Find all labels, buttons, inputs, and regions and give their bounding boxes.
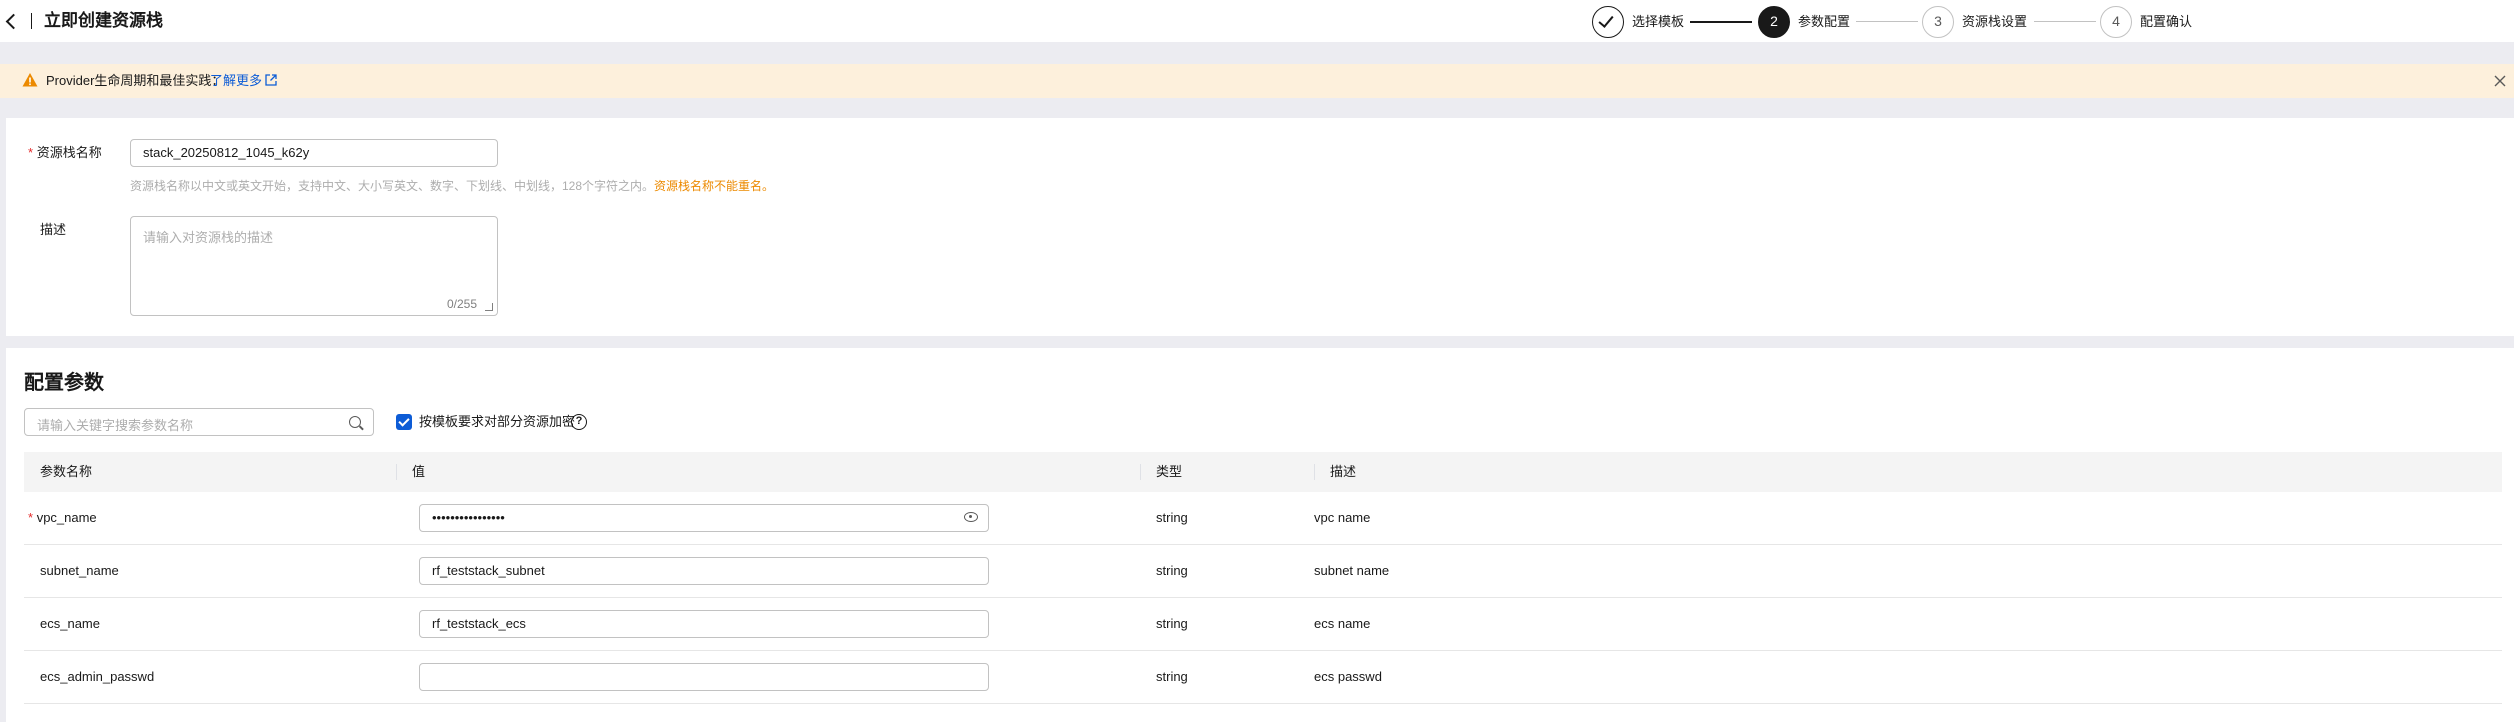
title-divider bbox=[31, 13, 32, 29]
basic-info-card: * 资源栈名称 stack_20250812_1045_k62y 资源栈名称以中… bbox=[6, 118, 2514, 336]
stack-name-warning: 资源栈名称不能重名。 bbox=[654, 179, 775, 193]
table-row: ecs_admin_passwd string ecs passwd bbox=[24, 651, 2502, 704]
step-3-label: 资源栈设置 bbox=[1962, 14, 2028, 29]
col-value: 值 bbox=[412, 464, 426, 479]
param-type: string bbox=[1156, 616, 1188, 631]
column-divider bbox=[396, 464, 397, 480]
page-title: 立即创建资源栈 bbox=[44, 11, 163, 30]
param-type: string bbox=[1156, 510, 1188, 525]
stack-name-input[interactable]: stack_20250812_1045_k62y bbox=[130, 139, 498, 167]
param-value-input[interactable]: rf_teststack_subnet bbox=[419, 557, 989, 585]
step-3-connector bbox=[2034, 21, 2096, 22]
stack-name-hint: 资源栈名称以中文或英文开始，支持中文、大小写英文、数字、下划线、中划线，128个… bbox=[130, 178, 774, 194]
stack-name-label-text: 资源栈名称 bbox=[36, 145, 102, 160]
step-4-circle: 4 bbox=[2100, 6, 2132, 38]
step-2-connector bbox=[1856, 21, 1918, 22]
param-name: ecs_name bbox=[40, 616, 100, 631]
step-1-circle bbox=[1592, 6, 1624, 38]
param-name: subnet_name bbox=[40, 563, 119, 578]
step-1-connector bbox=[1690, 21, 1752, 23]
info-alert: Provider生命周期和最佳实践： 了解更多 bbox=[0, 64, 2514, 98]
param-name-text: vpc_name bbox=[36, 510, 97, 525]
param-description: vpc name bbox=[1314, 510, 1371, 525]
column-divider bbox=[1140, 464, 1141, 480]
params-card: 配置参数 请输入关键字搜索参数名称 按模板要求对部分资源加密 ? 参数名称 值 … bbox=[6, 348, 2514, 722]
step-4-label: 配置确认 bbox=[2140, 14, 2193, 29]
param-value-input[interactable]: rf_teststack_ecs bbox=[419, 610, 989, 638]
param-name: * vpc_name bbox=[28, 510, 97, 526]
params-title: 配置参数 bbox=[24, 372, 104, 394]
external-link-icon[interactable] bbox=[264, 73, 278, 87]
col-type: 类型 bbox=[1156, 464, 1183, 479]
search-icon[interactable] bbox=[349, 416, 361, 428]
param-name: ecs_admin_passwd bbox=[40, 669, 155, 684]
table-row: subnet_name rf_teststack_subnet string s… bbox=[24, 545, 2502, 598]
close-icon[interactable] bbox=[2492, 73, 2508, 89]
column-divider bbox=[1314, 464, 1315, 480]
description-label: 描述 bbox=[40, 222, 67, 237]
col-param-name: 参数名称 bbox=[40, 464, 93, 479]
required-mark: * bbox=[28, 510, 34, 525]
col-description: 描述 bbox=[1330, 464, 1357, 479]
step-3-circle: 3 bbox=[1922, 6, 1954, 38]
param-value-input[interactable] bbox=[419, 663, 989, 691]
search-placeholder: 请输入关键字搜索参数名称 bbox=[37, 418, 194, 433]
param-type: string bbox=[1156, 669, 1188, 684]
warning-icon bbox=[22, 73, 38, 87]
char-counter: 0/255 bbox=[446, 297, 477, 311]
description-textarea[interactable]: 请输入对资源栈的描述 0/255 bbox=[130, 216, 498, 316]
top-bar: 立即创建资源栈 选择模板 2 参数配置 3 资源栈设置 4 配置确认 bbox=[0, 0, 2514, 42]
back-arrow-icon[interactable] bbox=[4, 10, 20, 32]
encrypt-checkbox[interactable] bbox=[396, 414, 412, 430]
check-icon bbox=[1598, 12, 1614, 28]
step-2-circle: 2 bbox=[1758, 6, 1790, 38]
stack-name-label: * 资源栈名称 bbox=[28, 145, 102, 161]
table-row: * vpc_name •••••••••••••••• string vpc n… bbox=[24, 492, 2502, 545]
param-description: ecs name bbox=[1314, 616, 1371, 631]
param-search-input[interactable]: 请输入关键字搜索参数名称 bbox=[24, 408, 374, 436]
masked-value: •••••••••••••••• bbox=[432, 510, 505, 525]
alert-text: Provider生命周期和最佳实践： bbox=[46, 73, 225, 88]
param-description: subnet name bbox=[1314, 563, 1390, 578]
eye-icon[interactable] bbox=[964, 512, 978, 522]
stack-name-hint-text: 资源栈名称以中文或英文开始，支持中文、大小写英文、数字、下划线、中划线，128个… bbox=[130, 179, 655, 193]
resize-handle-icon[interactable] bbox=[485, 303, 493, 311]
step-2-label: 参数配置 bbox=[1798, 14, 1851, 29]
step-1-label: 选择模板 bbox=[1632, 14, 1685, 29]
required-mark: * bbox=[28, 145, 34, 160]
param-value-input[interactable]: •••••••••••••••• bbox=[419, 504, 989, 532]
learn-more-link[interactable]: 了解更多 bbox=[210, 73, 262, 89]
table-row: ecs_name rf_teststack_ecs string ecs nam… bbox=[24, 598, 2502, 651]
description-placeholder: 请输入对资源栈的描述 bbox=[143, 230, 274, 245]
param-description: ecs passwd bbox=[1314, 669, 1382, 684]
table-header: 参数名称 值 类型 描述 bbox=[24, 452, 2502, 492]
encrypt-label: 按模板要求对部分资源加密 bbox=[419, 414, 576, 429]
param-type: string bbox=[1156, 563, 1188, 578]
help-icon[interactable]: ? bbox=[571, 414, 587, 430]
